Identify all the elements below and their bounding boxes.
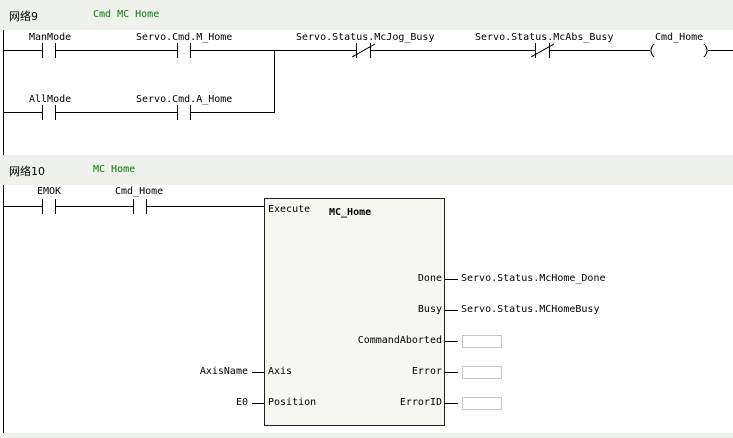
label-coil-cmd-home[interactable]: Cmd_Home <box>655 32 703 44</box>
pin-axis: Axis <box>268 366 293 377</box>
function-block-title: MC_Home <box>329 207 372 218</box>
operand-error-id-empty[interactable] <box>462 397 502 410</box>
label-servo-cmd-m-home[interactable]: Servo.Cmd.M_Home <box>136 32 232 44</box>
pin-error-id: ErrorID <box>399 397 442 408</box>
operand-position-e0[interactable]: E0 <box>150 397 248 409</box>
pin-busy: Busy <box>417 304 442 315</box>
next-network-header-edge <box>0 433 733 438</box>
operand-error-empty[interactable] <box>462 366 502 379</box>
operand-mchome-busy[interactable]: Servo.Status.MCHomeBusy <box>461 304 599 316</box>
contact-manmode <box>42 43 56 58</box>
pin-execute: Execute <box>268 204 311 215</box>
label-servo-status-mcabs-busy[interactable]: Servo.Status.McAbs_Busy <box>475 32 613 44</box>
label-emok[interactable]: EMOK <box>37 186 61 198</box>
contact-allmode <box>42 105 56 120</box>
label-cmd-home[interactable]: Cmd_Home <box>115 186 163 198</box>
label-servo-status-mcjog-busy[interactable]: Servo.Status.McJog_Busy <box>296 32 434 44</box>
operand-axis-name[interactable]: AxisName <box>150 366 248 378</box>
pin-done: Done <box>417 273 442 284</box>
coil-cmd-home <box>650 43 708 58</box>
operand-mchome-done[interactable]: Servo.Status.McHome_Done <box>461 273 606 285</box>
contact-servo-cmd-m-home <box>177 43 191 58</box>
pin-position: Position <box>268 397 317 408</box>
contact-cmd-home <box>133 199 147 214</box>
contact-servo-cmd-a-home <box>177 105 191 120</box>
label-servo-cmd-a-home[interactable]: Servo.Cmd.A_Home <box>136 94 232 106</box>
label-manmode[interactable]: ManMode <box>29 32 71 44</box>
pin-command-aborted: CommandAborted <box>357 335 442 346</box>
ladder-editor: 网络9 Cmd MC Home 网络10 MC Home ManMode Ser… <box>0 0 733 438</box>
pin-error: Error <box>411 366 442 377</box>
contact-emok <box>42 199 56 214</box>
operand-command-aborted-empty[interactable] <box>462 335 502 348</box>
label-allmode[interactable]: AllMode <box>29 94 71 106</box>
